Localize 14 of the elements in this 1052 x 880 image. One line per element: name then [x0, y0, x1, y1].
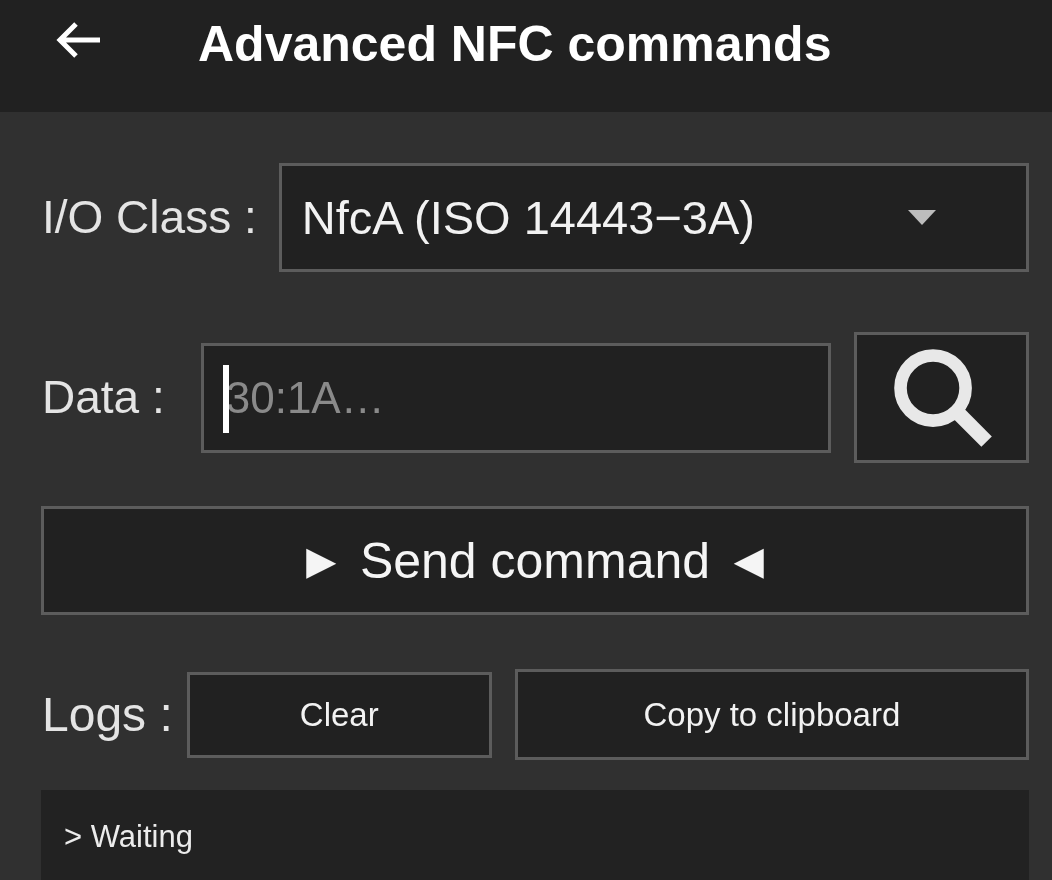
back-arrow-icon — [54, 20, 102, 60]
send-command-button[interactable]: ► Send command ◄ — [41, 506, 1029, 615]
log-line: > Waiting — [64, 818, 193, 856]
data-label: Data : — [41, 371, 165, 424]
screen-title: Advanced NFC commands — [198, 17, 832, 72]
data-input-field[interactable]: 30:1A… — [200, 342, 831, 453]
io-class-dropdown[interactable]: NfcA (ISO 14443−3A) — [278, 163, 1029, 272]
copy-button[interactable]: Copy to clipboard — [514, 669, 1029, 760]
caret-icon — [908, 210, 936, 225]
io-class-label: I/O Class : — [41, 191, 257, 244]
search-button[interactable] — [854, 332, 1029, 463]
clear-button[interactable]: Clear — [186, 671, 492, 758]
logs-label: Logs : — [41, 686, 173, 743]
back-button[interactable] — [54, 20, 102, 60]
